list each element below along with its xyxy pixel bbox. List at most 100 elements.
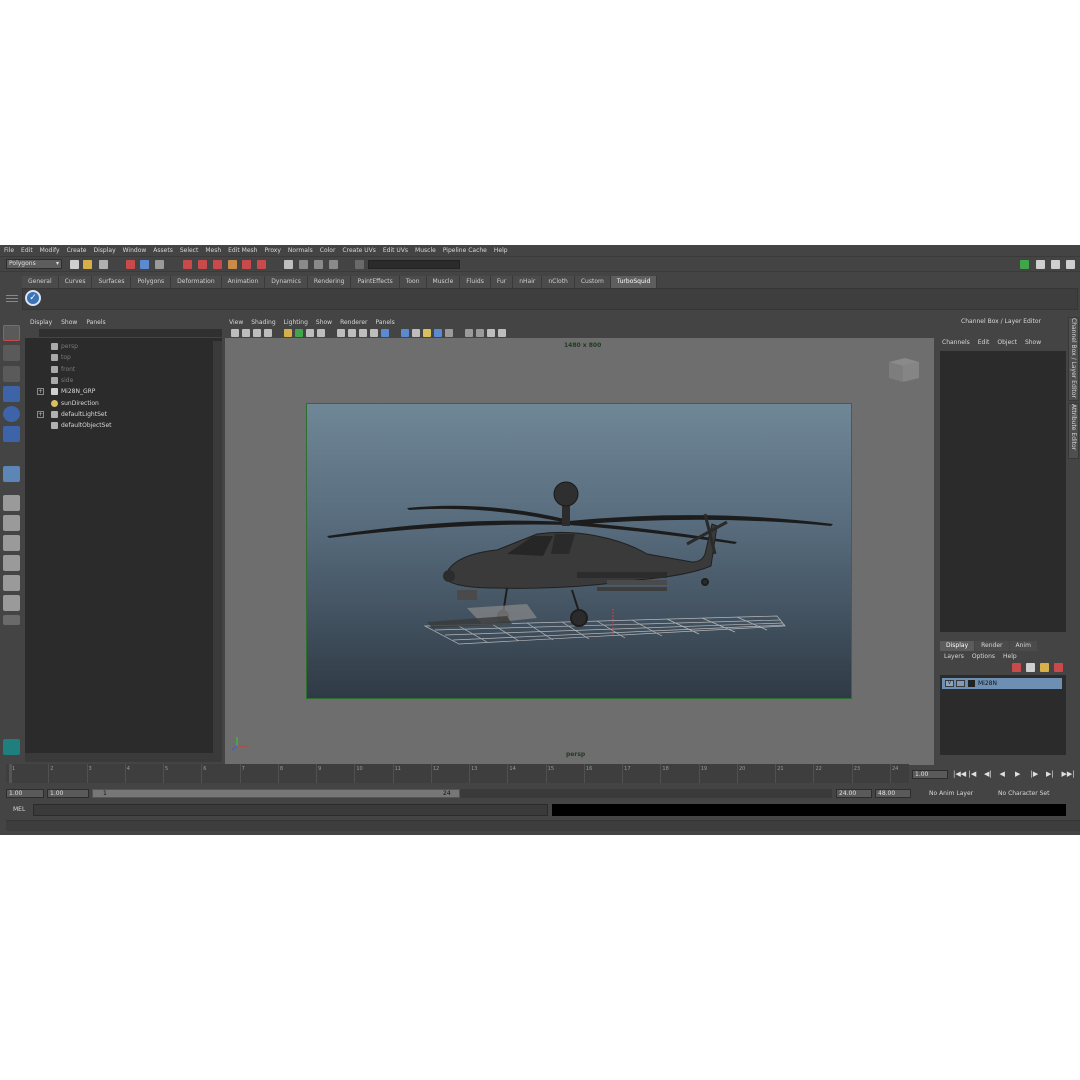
viewport-menu-panels[interactable]: Panels [375,319,394,326]
attribute-editor-icon[interactable] [1036,260,1045,269]
menu-file[interactable]: File [4,247,14,254]
select-object-icon[interactable] [140,260,149,269]
menu-normals[interactable]: Normals [288,247,313,254]
four-pane-icon[interactable] [3,515,20,531]
step-forward-frame-icon[interactable]: |▶ [1031,770,1039,778]
channel-menu-channels[interactable]: Channels [942,339,970,346]
select-joint-icon[interactable] [198,260,207,269]
bounding-box-icon[interactable] [348,329,356,337]
menu-display[interactable]: Display [94,247,116,254]
viewport-menu-renderer[interactable]: Renderer [340,319,367,326]
layer-menu-options[interactable]: Options [972,653,995,660]
paint-select-icon[interactable] [3,366,20,382]
xray-icon[interactable] [401,329,409,337]
outliner-item[interactable]: side [25,375,212,386]
character-set-dropdown[interactable]: No Character Set [998,790,1049,797]
input-line-icon[interactable] [355,260,364,269]
menu-color[interactable]: Color [320,247,336,254]
channel-menu-object[interactable]: Object [997,339,1017,346]
command-input[interactable] [33,804,548,816]
ao-icon[interactable] [465,329,473,337]
playback-end-field[interactable]: 24.00 [836,789,872,798]
playback-start-field[interactable]: 1.00 [47,789,89,798]
menu-muscle[interactable]: Muscle [415,247,436,254]
shelf-tab-muscle[interactable]: Muscle [426,276,461,288]
motion-blur-icon[interactable] [476,329,484,337]
outliner-menu-display[interactable]: Display [30,319,52,326]
anim-layer-dropdown[interactable]: No Anim Layer [929,790,973,797]
last-tool-icon[interactable] [3,466,20,482]
select-dynamic-icon[interactable] [257,260,266,269]
current-time-marker[interactable] [9,764,12,783]
menu-edit-mesh[interactable]: Edit Mesh [228,247,257,254]
menu-modify[interactable]: Modify [40,247,60,254]
shelf-tab-deformation[interactable]: Deformation [171,276,222,288]
outliner-item[interactable]: persp [25,341,212,352]
move-tool-icon[interactable] [3,386,20,402]
layer-menu-layers[interactable]: Layers [944,653,964,660]
wireframe-icon[interactable] [317,329,325,337]
menu-edit[interactable]: Edit [21,247,33,254]
select-curve-icon[interactable] [213,260,222,269]
layer-row[interactable]: V Mi28N [942,678,1062,689]
layout-options-icon[interactable] [3,615,20,625]
camera-select-icon[interactable] [231,329,239,337]
shelf-tab-fur[interactable]: Fur [490,276,514,288]
channel-box-area[interactable] [940,351,1066,632]
menu-proxy[interactable]: Proxy [264,247,280,254]
outliner-item[interactable]: top [25,352,212,363]
menu-create-uvs[interactable]: Create UVs [342,247,375,254]
select-surface-icon[interactable] [228,260,237,269]
snap-view-icon[interactable] [329,260,338,269]
select-tool-icon[interactable] [3,325,20,341]
layer-display-toggle[interactable] [956,680,965,687]
side-tab-channel-box[interactable]: Channel Box / Layer Editor [1068,317,1079,401]
outliner-vscrollbar[interactable] [213,341,222,753]
outliner-item[interactable]: + defaultLightSet [25,409,212,420]
hud-icon[interactable] [445,329,453,337]
layer-tab-display[interactable]: Display [940,641,975,651]
new-layer-icon[interactable] [1012,663,1021,672]
menu-window[interactable]: Window [123,247,147,254]
save-scene-icon[interactable] [99,260,108,269]
menu-pipeline-cache[interactable]: Pipeline Cache [443,247,487,254]
layer-options-icon[interactable] [1026,663,1035,672]
open-scene-icon[interactable] [83,260,92,269]
menu-mesh[interactable]: Mesh [205,247,221,254]
render-view-icon[interactable] [3,739,20,755]
aa-icon[interactable] [487,329,495,337]
outliner-menu-show[interactable]: Show [61,319,77,326]
xray-joints-icon[interactable] [423,329,431,337]
shelf-tab-turbosquid[interactable]: TurboSquid [610,276,658,288]
shadows-icon[interactable] [381,329,389,337]
select-deformer-icon[interactable] [242,260,251,269]
viewport-menu-shading[interactable]: Shading [251,319,275,326]
toggle-panels-icon[interactable] [1020,260,1029,269]
persp-graph-icon[interactable] [3,555,20,571]
isolate-icon[interactable] [412,329,420,337]
current-frame-field[interactable]: 1.00 [912,770,948,779]
smooth-shade-icon[interactable] [337,329,345,337]
step-back-key-icon[interactable]: |◀ [969,770,977,778]
shelf-tab-curves[interactable]: Curves [58,276,93,288]
range-slider-thumb[interactable]: 1 24 [92,789,460,798]
shelf-tab-general[interactable]: General [22,276,59,288]
single-pane-icon[interactable] [3,495,20,511]
view-cube-icon[interactable] [885,354,923,384]
menu-set-dropdown[interactable]: Polygons [6,259,62,269]
shelf-tab-painteffects[interactable]: PaintEffects [351,276,400,288]
menu-assets[interactable]: Assets [153,247,173,254]
layer-visibility-toggle[interactable]: V [945,680,954,687]
textured-icon[interactable] [359,329,367,337]
viewport-canvas[interactable]: 1480 x 800 persp [225,338,934,765]
shelf-tab-custom[interactable]: Custom [574,276,611,288]
outliner-item[interactable]: front [25,364,212,375]
hypershade-icon[interactable] [3,575,20,591]
channel-menu-show[interactable]: Show [1025,339,1041,346]
resolution-gate-icon[interactable] [306,329,314,337]
persp-outliner-icon[interactable] [3,535,20,551]
shelf-tab-animation[interactable]: Animation [221,276,266,288]
range-slider[interactable]: 1 24 [92,789,832,798]
shelf-tab-dynamics[interactable]: Dynamics [265,276,308,288]
channel-menu-edit[interactable]: Edit [978,339,990,346]
